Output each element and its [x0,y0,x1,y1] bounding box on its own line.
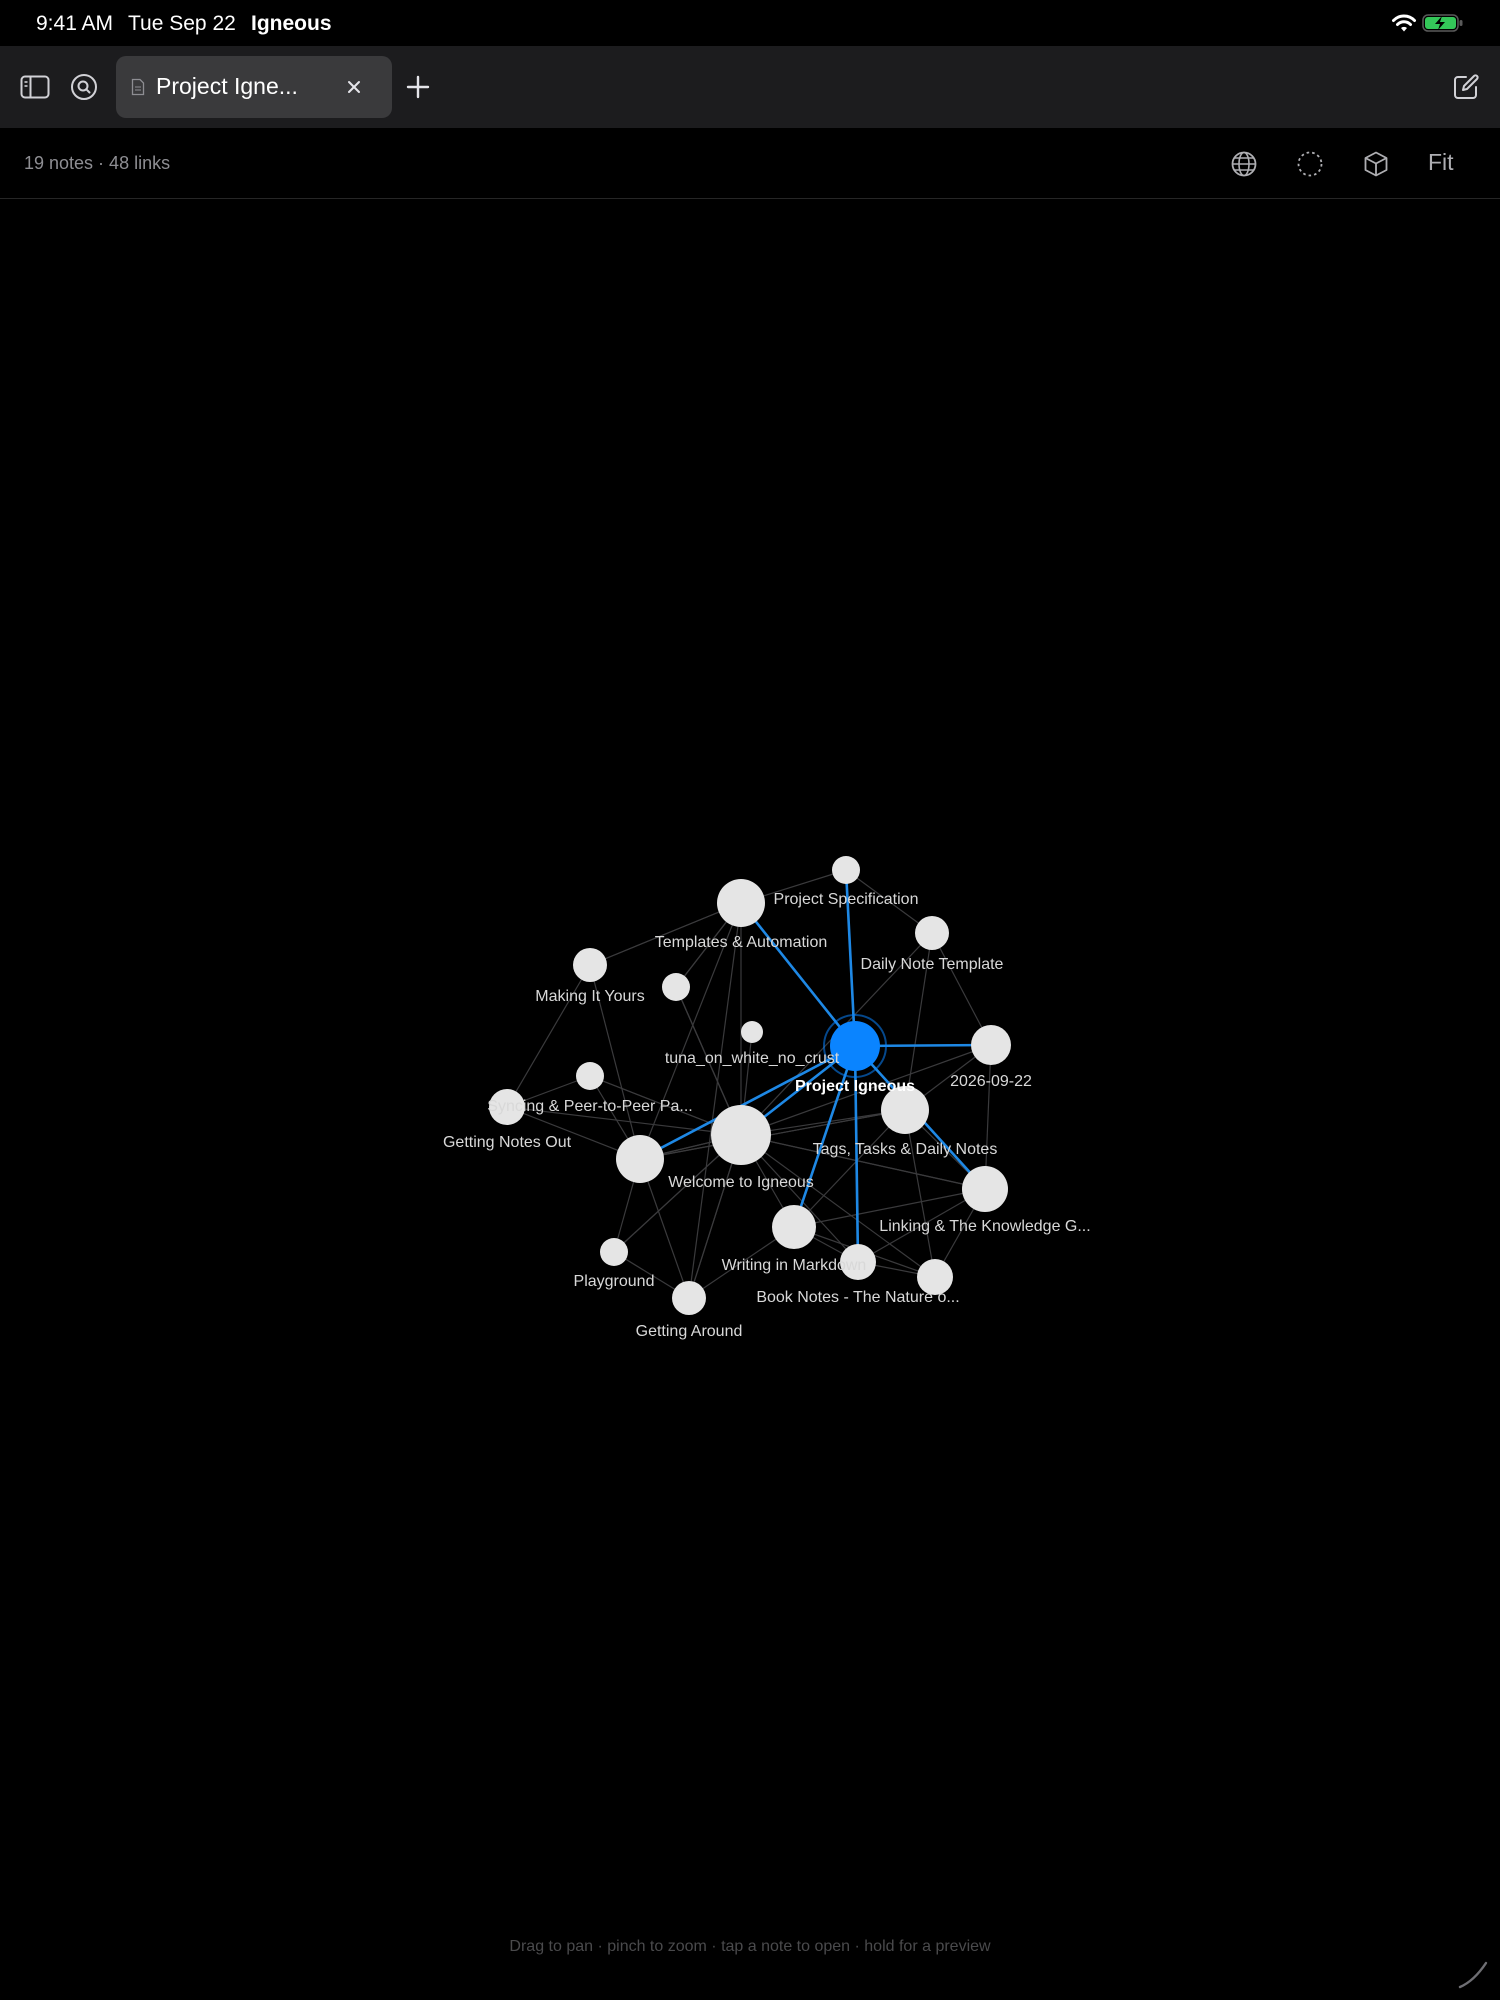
status-bar: 9:41 AM Tue Sep 22 Igneous [0,0,1500,46]
gesture-hint: Drag to pan · pinch to zoom · tap a note… [509,1938,991,1955]
label-syncing: Syncing & Peer-to-Peer Pa... [487,1098,692,1115]
sidebar-toggle-button[interactable] [13,65,57,109]
sidebar-icon [20,75,50,99]
note-node-unlabeled-2[interactable] [576,1062,604,1090]
note-node-tuna[interactable] [741,1021,763,1043]
label-making-it-yours: Making It Yours [535,988,644,1005]
dashed-circle-icon [1297,151,1323,177]
3d-view-button[interactable] [1356,144,1396,184]
label-project-igneous: Project Igneous [795,1078,915,1095]
battery-charging-icon [1422,14,1463,32]
note-node-welcome[interactable] [711,1105,771,1165]
tab-bar: Project Igne... [0,46,1500,128]
focused-note-node[interactable] [823,1014,887,1078]
note-node-playground[interactable] [600,1238,628,1266]
graph-nodes [489,856,1011,1315]
note-node-getting-around[interactable] [672,1281,706,1315]
label-welcome: Welcome to Igneous [668,1174,814,1191]
globe-icon [1231,151,1257,177]
note-node-daily-note-template[interactable] [915,916,949,950]
close-tab-button[interactable] [338,71,370,103]
graph-canvas[interactable]: Project Specification Templates & Automa… [0,199,1500,2000]
label-getting-notes-out: Getting Notes Out [443,1134,572,1151]
pencil-scribble-icon [1458,1961,1488,1989]
note-node-linking[interactable] [962,1166,1008,1212]
note-node-date[interactable] [971,1025,1011,1065]
graph-summary: 19 notes · 48 links [24,153,171,173]
note-node-making-it-yours[interactable] [573,948,607,982]
compose-button[interactable] [1444,65,1488,109]
note-node-syncing[interactable] [616,1135,664,1183]
global-graph-button[interactable] [1224,144,1264,184]
cube-icon [1364,151,1388,177]
note-node-templates-automation[interactable] [717,879,765,927]
wifi-icon [1392,14,1416,32]
label-tags-tasks: Tags, Tasks & Daily Notes [813,1141,998,1158]
label-book-notes: Book Notes - The Nature o... [756,1289,959,1306]
orphans-toggle-button[interactable] [1290,144,1330,184]
status-time: 9:41 AM [36,12,114,35]
label-daily-note-template: Daily Note Template [861,956,1004,973]
plus-icon [406,75,430,99]
graph-toolbar: 19 notes · 48 links Fit [0,128,1500,199]
compose-icon [1454,74,1479,99]
close-icon [348,81,360,93]
label-date-note: 2026-09-22 [950,1073,1032,1090]
status-date: Tue Sep 22 [128,12,236,35]
label-getting-around: Getting Around [636,1323,743,1340]
label-templates-automation: Templates & Automation [655,934,828,951]
label-playground: Playground [574,1273,655,1290]
label-tuna: tuna_on_white_no_crust [665,1050,840,1067]
search-icon [71,74,97,100]
tab-project-igneous[interactable]: Project Igne... [116,56,392,118]
document-icon [131,78,145,96]
note-node-project-specification[interactable] [832,856,860,884]
new-tab-button[interactable] [396,65,440,109]
note-node-writing-markdown[interactable] [772,1205,816,1249]
search-button[interactable] [62,65,106,109]
fit-button[interactable]: Fit [1428,149,1454,176]
label-linking: Linking & The Knowledge G... [879,1218,1090,1235]
label-project-specification: Project Specification [774,891,919,908]
status-app-name: Igneous [251,12,332,35]
tab-title: Project Igne... [156,73,298,99]
label-writing-markdown: Writing in Markdown [722,1257,867,1274]
note-node-unlabeled-1[interactable] [662,973,690,1001]
